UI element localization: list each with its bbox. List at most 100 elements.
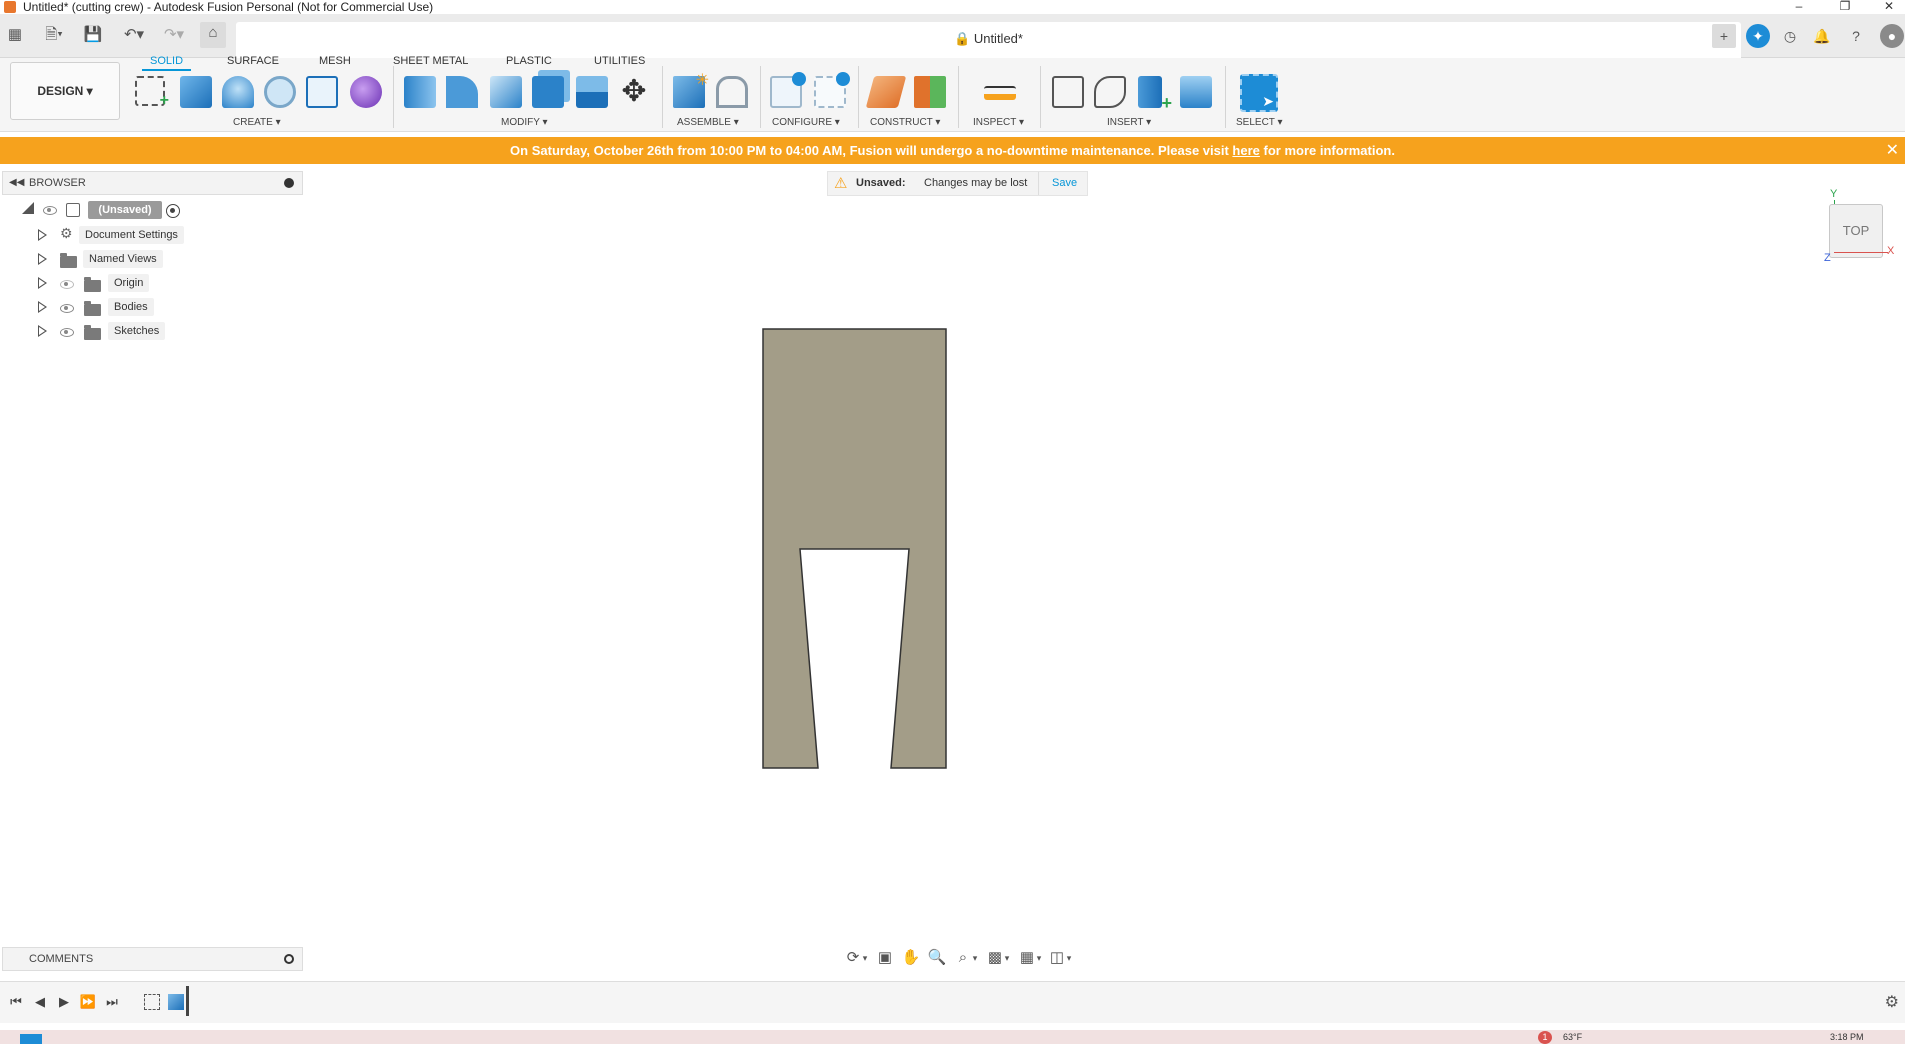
chamfer-icon[interactable]: [490, 76, 522, 108]
insert-derive-icon[interactable]: [1052, 76, 1084, 108]
tab-plastic[interactable]: PLASTIC: [506, 54, 552, 68]
configure-icon[interactable]: [770, 72, 806, 108]
tab-sheet-metal[interactable]: SHEET METAL: [393, 54, 468, 68]
ribbon-separator: [858, 66, 859, 128]
comments-panel-header[interactable]: COMMENTS: [2, 947, 303, 971]
hole-icon[interactable]: [264, 76, 296, 108]
insert-mcmaster-icon[interactable]: +: [1138, 76, 1172, 113]
zoom-icon[interactable]: 🔍: [926, 947, 948, 969]
look-at-icon[interactable]: ▣: [874, 947, 896, 969]
step-forward-icon[interactable]: ⏩: [78, 992, 98, 1012]
inspect-group-label[interactable]: INSPECT ▾: [973, 117, 1024, 129]
ribbon-separator: [958, 66, 959, 128]
close-banner-icon[interactable]: ✕: [1886, 137, 1899, 164]
workspace-label: DESIGN: [37, 84, 84, 98]
go-to-start-icon[interactable]: ⏮: [6, 992, 26, 1012]
save-icon[interactable]: 💾: [82, 24, 104, 46]
extrude-icon[interactable]: [180, 76, 212, 108]
orbit-dropdown-icon[interactable]: ▾: [860, 947, 870, 969]
timeline-marker[interactable]: [186, 986, 189, 1016]
ribbon-separator: [760, 66, 761, 128]
step-back-icon[interactable]: ◀: [30, 992, 50, 1012]
new-component-icon[interactable]: ✳: [673, 72, 709, 108]
modify-group-label[interactable]: MODIFY ▾: [501, 117, 548, 129]
viewcube-axis-x: X: [1887, 245, 1895, 257]
offset-face-icon[interactable]: [576, 76, 608, 108]
move-icon[interactable]: ✥: [618, 76, 650, 108]
fit-dropdown-icon[interactable]: ▾: [970, 947, 980, 969]
lock-icon: 🔒: [954, 31, 971, 46]
user-avatar[interactable]: ●: [1880, 24, 1904, 48]
weather-label[interactable]: 63°F: [1563, 1032, 1582, 1042]
fillet-icon[interactable]: [446, 76, 478, 108]
timeline-bar: ⏮ ◀ ▶ ⏩ ⏭ ⚙: [0, 981, 1905, 1023]
home-icon[interactable]: ⌂: [200, 22, 226, 48]
window-title-bar: Untitled* (cutting crew) - Autodesk Fusi…: [0, 0, 1905, 14]
midplane-icon[interactable]: [914, 76, 946, 108]
start-icon[interactable]: [20, 1034, 42, 1044]
create-form-icon[interactable]: [350, 76, 382, 108]
notification-badge: 1: [1538, 1031, 1552, 1044]
tab-surface[interactable]: SURFACE: [227, 54, 279, 68]
select-icon[interactable]: ➤: [1240, 74, 1278, 112]
play-icon[interactable]: ▶: [54, 992, 74, 1012]
workspace-switcher[interactable]: DESIGN ▾: [10, 62, 120, 120]
new-tab-icon[interactable]: +: [1712, 24, 1736, 48]
add-comment-icon[interactable]: [284, 954, 294, 964]
viewcube[interactable]: TOP: [1829, 204, 1883, 258]
clock-label[interactable]: 3:18 PM: [1830, 1032, 1864, 1042]
timeline-extrude-feature-icon[interactable]: [168, 994, 184, 1010]
construct-group-label[interactable]: CONSTRUCT ▾: [870, 117, 940, 129]
notifications-icon[interactable]: 🔔: [1810, 24, 1834, 48]
timeline-sketch-feature-icon[interactable]: [144, 994, 160, 1010]
tab-solid[interactable]: SOLID: [141, 54, 192, 71]
file-menu-icon[interactable]: 🗎▾: [36, 24, 72, 46]
close-window-button[interactable]: ✕: [1866, 0, 1905, 14]
minimize-button[interactable]: –: [1776, 0, 1822, 14]
create-sketch-icon[interactable]: +: [135, 76, 169, 109]
insert-canvas-icon[interactable]: [1180, 76, 1212, 108]
tab-utilities[interactable]: UTILITIES: [594, 54, 645, 68]
undo-icon[interactable]: ↶▾: [116, 24, 152, 46]
tab-mesh[interactable]: MESH: [319, 54, 351, 68]
revolve-icon[interactable]: [222, 76, 254, 108]
ribbon-separator: [662, 66, 663, 128]
insert-group-label[interactable]: INSERT ▾: [1107, 117, 1151, 129]
banner-link[interactable]: here: [1232, 143, 1259, 158]
window-title: Untitled* (cutting crew) - Autodesk Fusi…: [23, 0, 434, 14]
ribbon-separator: [1225, 66, 1226, 128]
configure-group-label[interactable]: CONFIGURE ▾: [772, 117, 840, 129]
joint-icon[interactable]: [716, 76, 748, 108]
combine-icon[interactable]: [532, 76, 564, 108]
go-to-end-icon[interactable]: ⏭: [102, 992, 122, 1012]
help-icon[interactable]: ?: [1844, 24, 1868, 48]
insert-link-icon[interactable]: [1094, 76, 1126, 108]
create-group-label[interactable]: CREATE ▾: [233, 117, 281, 129]
press-pull-icon[interactable]: [404, 76, 436, 108]
document-tab-title: Untitled*: [973, 31, 1023, 46]
maintenance-banner: On Saturday, October 26th from 10:00 PM …: [0, 137, 1905, 164]
viewports-dropdown-icon[interactable]: ▾: [1064, 947, 1074, 969]
restore-button[interactable]: ❐: [1822, 0, 1868, 14]
job-status-icon[interactable]: ◷: [1778, 24, 1802, 48]
configuration-table-icon[interactable]: [814, 72, 850, 108]
design-canvas[interactable]: [0, 165, 1905, 945]
quick-access-bar: ▦ 🗎▾ 💾 ↶▾ ↷▾ ⌂ 🔒 Untitled* ✕ + ✦ ◷ 🔔 ? ●: [0, 14, 1905, 58]
viewcube-axis-z: Z: [1824, 252, 1831, 264]
windows-taskbar: 1 63°F 3:18 PM: [0, 1030, 1905, 1044]
rectangular-pattern-icon[interactable]: [306, 76, 338, 108]
timeline-settings-gear-icon[interactable]: ⚙: [1885, 992, 1899, 1012]
viewcube-face-label[interactable]: TOP: [1843, 223, 1870, 238]
document-tab[interactable]: 🔒 Untitled* ✕: [236, 22, 1741, 58]
measure-icon[interactable]: [984, 86, 1016, 100]
select-group-label[interactable]: SELECT ▾: [1236, 117, 1283, 129]
pan-icon[interactable]: ✋: [900, 947, 922, 969]
app-grid-icon[interactable]: ▦: [4, 24, 26, 46]
display-dropdown-icon[interactable]: ▾: [1002, 947, 1012, 969]
grid-dropdown-icon[interactable]: ▾: [1034, 947, 1044, 969]
body-profile[interactable]: [762, 328, 947, 769]
assemble-group-label[interactable]: ASSEMBLE ▾: [677, 117, 739, 129]
fusion-app-icon: [4, 1, 16, 13]
redo-icon[interactable]: ↷▾: [156, 24, 192, 46]
extensions-icon[interactable]: ✦: [1746, 24, 1770, 48]
